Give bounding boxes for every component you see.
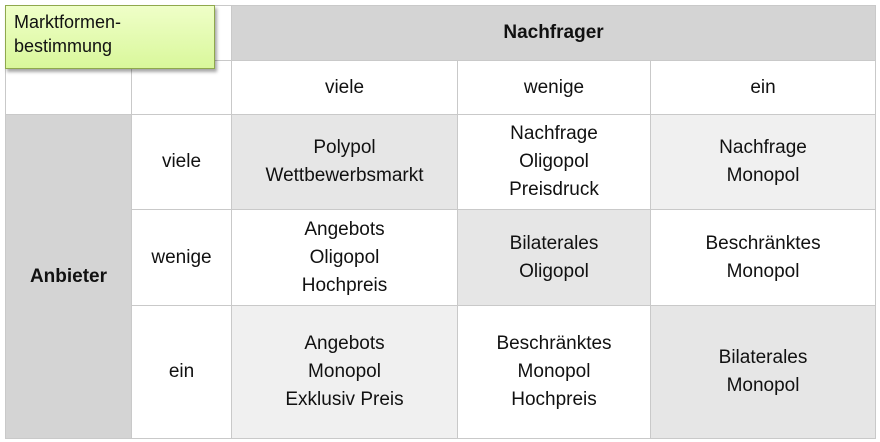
cell-angebots-oligopol: Angebots Oligopol Hochpreis — [231, 209, 458, 306]
column-header-ein: ein — [649, 60, 877, 115]
cell-bilaterales-monopol: Bilaterales Monopol — [649, 305, 877, 439]
cell-nachfrage-oligopol: Nachfrage Oligopol Preisdruck — [457, 114, 651, 210]
title-line-1: Marktformen- — [14, 12, 122, 32]
row-label-ein: ein — [131, 305, 232, 439]
cell-bilaterales-oligopol: Bilaterales Oligopol — [457, 209, 651, 306]
market-forms-table: Nachfrager viele wenige ein Anbieter vie… — [5, 5, 877, 439]
cell-beschraenktes-monopol: Beschränktes Monopol — [649, 209, 877, 306]
row-label-wenige: wenige — [131, 209, 232, 306]
column-header-viele: viele — [231, 60, 458, 115]
cell-beschraenktes-monopol-hochpreis: Beschränktes Monopol Hochpreis — [457, 305, 651, 439]
title-callout: Marktformen- bestimmung — [5, 5, 215, 69]
nachfrager-header: Nachfrager — [230, 5, 877, 61]
cell-nachfrage-monopol: Nachfrage Monopol — [649, 114, 877, 210]
anbieter-header: Anbieter — [5, 114, 132, 439]
title-line-2: bestimmung — [14, 36, 113, 56]
cell-polypol: Polypol Wettbewerbsmarkt — [231, 114, 458, 210]
row-label-viele: viele — [131, 114, 232, 210]
cell-angebots-monopol: Angebots Monopol Exklusiv Preis — [231, 305, 458, 439]
column-header-wenige: wenige — [457, 60, 651, 115]
